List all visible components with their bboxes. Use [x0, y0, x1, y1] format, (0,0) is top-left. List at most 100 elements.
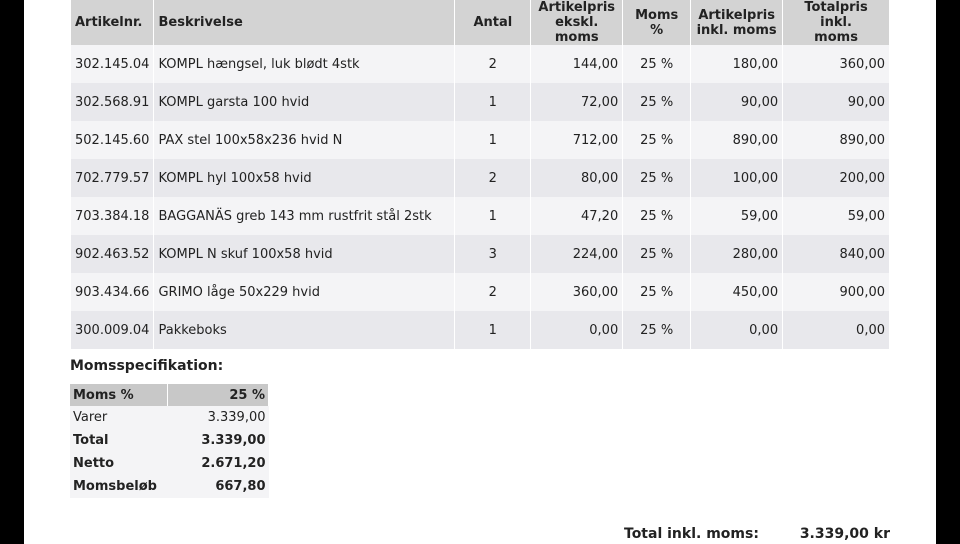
- items-table-header: Artikelnr. Beskrivelse Antal Artikelpris…: [71, 0, 890, 45]
- cell-description: GRIMO låge 50x229 hvid: [153, 273, 456, 311]
- header-unit-price-incl-line1: Artikelpris: [698, 7, 775, 23]
- cell-total-incl: 200,00: [782, 159, 890, 197]
- vat-spec-value: 3.339,00: [167, 429, 269, 452]
- table-row: 702.779.57 KOMPL hyl 100x58 hvid 2 80,00…: [71, 159, 890, 197]
- cell-quantity: 1: [454, 83, 532, 121]
- vat-spec-header-label: Moms %: [70, 384, 169, 406]
- cell-vat-pct: 25 %: [622, 83, 692, 121]
- cell-vat-pct: 25 %: [622, 197, 692, 235]
- cell-article-no: 703.384.18: [71, 197, 155, 235]
- header-unit-price-excl-line2: ekskl. moms: [554, 15, 599, 45]
- table-row: 902.463.52 KOMPL N skuf 100x58 hvid 3 22…: [71, 235, 890, 273]
- cell-unit-price-incl: 59,00: [690, 197, 784, 235]
- table-row: 903.434.66 GRIMO låge 50x229 hvid 2 360,…: [71, 273, 890, 311]
- vat-spec-row: Total 3.339,00: [70, 429, 269, 452]
- cell-unit-price-incl: 180,00: [690, 45, 784, 83]
- cell-article-no: 302.568.91: [71, 83, 155, 121]
- cell-total-incl: 890,00: [782, 121, 890, 159]
- cell-unit-price-excl: 712,00: [530, 121, 624, 159]
- grand-total-label: Total inkl. moms:: [624, 526, 759, 542]
- table-row: 502.145.60 PAX stel 100x58x236 hvid N 1 …: [71, 121, 890, 159]
- table-row: 703.384.18 BAGGANÄS greb 143 mm rustfrit…: [71, 197, 890, 235]
- cell-unit-price-excl: 224,00: [530, 235, 624, 273]
- header-vat-pct: Moms %: [622, 0, 692, 45]
- cell-vat-pct: 25 %: [622, 273, 692, 311]
- cell-unit-price-incl: 450,00: [690, 273, 784, 311]
- cell-vat-pct: 25 %: [622, 311, 692, 349]
- vat-spec-header-value: 25 %: [167, 384, 269, 406]
- cell-total-incl: 59,00: [782, 197, 890, 235]
- cell-unit-price-incl: 100,00: [690, 159, 784, 197]
- vat-spec-title: Momsspecifikation:: [70, 358, 224, 374]
- header-total-incl: Totalpris inkl. moms: [782, 0, 890, 45]
- header-unit-price-excl-line1: Artikelpris: [538, 0, 616, 15]
- header-article-no: Artikelnr.: [71, 0, 155, 45]
- header-total-incl-line1: Totalpris inkl.: [804, 0, 868, 30]
- cell-description: PAX stel 100x58x236 hvid N: [153, 121, 456, 159]
- cell-unit-price-excl: 360,00: [530, 273, 624, 311]
- vat-spec-label: Total: [70, 429, 168, 452]
- cell-article-no: 902.463.52: [71, 235, 155, 273]
- cell-unit-price-incl: 280,00: [690, 235, 784, 273]
- cell-total-incl: 900,00: [782, 273, 890, 311]
- cell-description: Pakkeboks: [153, 311, 456, 349]
- header-description: Beskrivelse: [153, 0, 456, 45]
- cell-quantity: 2: [454, 159, 532, 197]
- cell-vat-pct: 25 %: [622, 235, 692, 273]
- cell-article-no: 903.434.66: [71, 273, 155, 311]
- cell-quantity: 1: [454, 197, 532, 235]
- cell-total-incl: 840,00: [782, 235, 890, 273]
- cell-description: KOMPL hyl 100x58 hvid: [153, 159, 456, 197]
- vat-spec-value: 667,80: [167, 475, 269, 498]
- cell-unit-price-excl: 80,00: [530, 159, 624, 197]
- cell-quantity: 2: [454, 45, 532, 83]
- grand-total-value: 3.339,00 kr: [799, 526, 890, 542]
- cell-unit-price-excl: 0,00: [530, 311, 624, 349]
- cell-unit-price-incl: 90,00: [690, 83, 784, 121]
- items-table: Artikelnr. Beskrivelse Antal Artikelpris…: [71, 0, 890, 349]
- cell-article-no: 300.009.04: [71, 311, 155, 349]
- cell-article-no: 702.779.57: [71, 159, 155, 197]
- vat-spec-row: Netto 2.671,20: [70, 452, 269, 475]
- cell-unit-price-excl: 144,00: [530, 45, 624, 83]
- cell-total-incl: 0,00: [782, 311, 890, 349]
- vat-spec-row: Momsbeløb 667,80: [70, 475, 269, 498]
- vat-spec-label: Netto: [70, 452, 168, 475]
- cell-total-incl: 90,00: [782, 83, 890, 121]
- cell-article-no: 502.145.60: [71, 121, 155, 159]
- cell-quantity: 1: [454, 311, 532, 349]
- cell-description: KOMPL N skuf 100x58 hvid: [153, 235, 456, 273]
- cell-unit-price-excl: 72,00: [530, 83, 624, 121]
- header-unit-price-excl: Artikelpris ekskl. moms: [530, 0, 624, 45]
- vat-spec-header: Moms % 25 %: [70, 384, 269, 406]
- grand-total: Total inkl. moms: 3.339,00 kr: [624, 526, 890, 542]
- cell-unit-price-incl: 0,00: [690, 311, 784, 349]
- header-unit-price-incl: Artikelpris inkl. moms: [690, 0, 784, 45]
- table-row: 300.009.04 Pakkeboks 1 0,00 25 % 0,00 0,…: [71, 311, 890, 349]
- cell-quantity: 1: [454, 121, 532, 159]
- header-unit-price-incl-line2: inkl. moms: [696, 22, 777, 38]
- cell-unit-price-excl: 47,20: [530, 197, 624, 235]
- cell-article-no: 302.145.04: [71, 45, 155, 83]
- cell-description: KOMPL hængsel, luk blødt 4stk: [153, 45, 456, 83]
- vat-spec-row: Varer 3.339,00: [70, 406, 269, 429]
- cell-unit-price-incl: 890,00: [690, 121, 784, 159]
- vat-spec-label: Momsbeløb: [70, 475, 168, 498]
- table-row: 302.568.91 KOMPL garsta 100 hvid 1 72,00…: [71, 83, 890, 121]
- vat-spec-value: 2.671,20: [167, 452, 269, 475]
- cell-vat-pct: 25 %: [622, 159, 692, 197]
- cell-total-incl: 360,00: [782, 45, 890, 83]
- header-total-incl-line2: moms: [814, 30, 858, 45]
- cell-description: BAGGANÄS greb 143 mm rustfrit stål 2stk: [153, 197, 456, 235]
- vat-spec-table: Moms % 25 % Varer 3.339,00 Total 3.339,0…: [70, 384, 269, 498]
- cell-vat-pct: 25 %: [622, 45, 692, 83]
- invoice-page: Artikelnr. Beskrivelse Antal Artikelpris…: [24, 0, 936, 544]
- table-row: 302.145.04 KOMPL hængsel, luk blødt 4stk…: [71, 45, 890, 83]
- cell-quantity: 3: [454, 235, 532, 273]
- vat-spec-value: 3.339,00: [167, 406, 269, 429]
- cell-quantity: 2: [454, 273, 532, 311]
- vat-spec-label: Varer: [70, 406, 168, 429]
- header-quantity: Antal: [454, 0, 532, 45]
- cell-vat-pct: 25 %: [622, 121, 692, 159]
- cell-description: KOMPL garsta 100 hvid: [153, 83, 456, 121]
